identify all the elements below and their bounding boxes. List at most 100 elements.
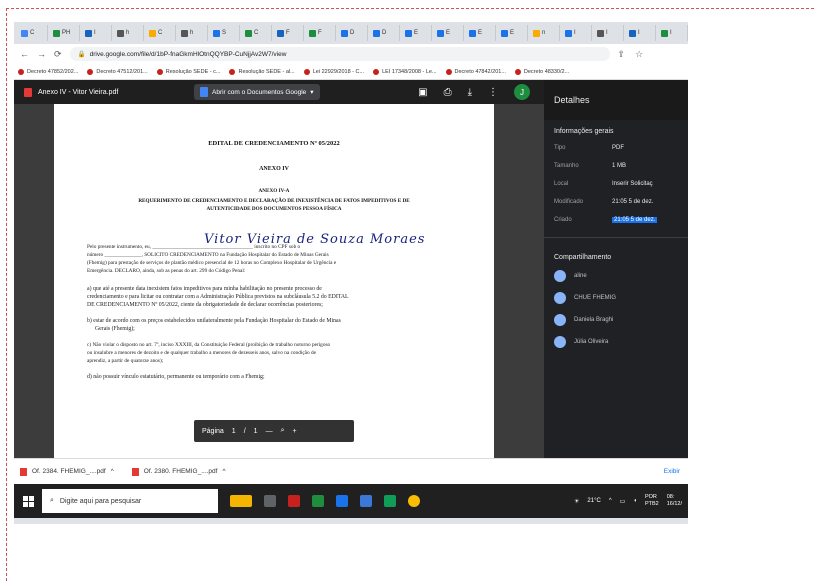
temperature[interactable]: 21°C — [587, 498, 600, 504]
doc-icon — [629, 29, 636, 37]
excel-icon[interactable] — [312, 495, 324, 507]
browser-tab[interactable]: h — [178, 25, 208, 41]
print-icon[interactable]: ⎙ — [444, 87, 452, 98]
bookmark-item[interactable]: LEI 17348/2008 - Le... — [373, 68, 437, 75]
teams-icon[interactable] — [384, 495, 396, 507]
browser-tab[interactable]: F — [274, 25, 304, 41]
bookmark-item[interactable]: Decreto 47512/201... — [87, 68, 148, 75]
browser-tab[interactable]: h — [114, 25, 144, 41]
shared-person[interactable]: CHUE FHEMIG — [544, 287, 688, 309]
browser-tab[interactable]: I — [562, 25, 592, 41]
download-item[interactable]: Of. 2380. FHEMIG_....pdf ^ — [131, 467, 226, 476]
share-icon[interactable]: ⇪ — [618, 49, 626, 60]
acrobat-icon[interactable] — [288, 495, 300, 507]
bookmark-item[interactable]: Lei 22929/2018 - C... — [303, 68, 364, 75]
file-explorer-icon[interactable] — [360, 495, 372, 507]
doc-icon — [501, 29, 508, 37]
back-icon[interactable]: ← — [20, 49, 29, 59]
chevron-up-icon[interactable]: ^ — [111, 468, 114, 475]
network-icon[interactable]: ▭ — [620, 498, 626, 505]
person-name: Júlia Oliveira — [574, 339, 609, 345]
browser-tab[interactable]: E — [434, 25, 464, 41]
windows-start-icon[interactable] — [14, 495, 42, 507]
browser-tab[interactable]: E — [498, 25, 528, 41]
browser-tab[interactable]: F — [306, 25, 336, 41]
person-avatar-icon — [554, 270, 566, 282]
browser-tab[interactable]: I — [626, 25, 656, 41]
details-panel: Detalhes Informações gerais Tipo PDF Taman… — [544, 80, 688, 458]
zoom-search-icon[interactable]: ⌕ — [281, 427, 285, 435]
bookmark-item[interactable]: Decreto 47842/201... — [445, 68, 506, 75]
bookmark-item[interactable]: Resolução SEDE - c... — [156, 68, 220, 75]
lang-line-2: PTB2 — [644, 501, 659, 507]
bookmark-item[interactable]: Decreto 48330/2... — [514, 68, 569, 75]
zoom-in-button[interactable]: + — [292, 428, 296, 435]
download-items: Of. 2384. FHEMIG_....pdf ^ Of. 2380. FHEMI… — [20, 467, 226, 476]
detail-key: Modificado — [554, 199, 584, 205]
tab-label: E — [414, 30, 419, 36]
heading-line-2: AUTENTICIDADE DOS DOCUMENTOS PESSOA FÍSI… — [206, 206, 342, 212]
browser-tab[interactable]: n — [530, 25, 560, 41]
bookmark-star-icon[interactable]: ☆ — [635, 49, 643, 60]
language-indicator[interactable]: POR PTB2 — [645, 494, 659, 508]
tab-label: D — [350, 30, 355, 36]
taskbar-search-input[interactable]: ⌕ Digite aqui para pesquisar — [42, 489, 218, 513]
doc-icon — [597, 29, 604, 37]
browser-tab[interactable]: E — [402, 25, 432, 41]
open-with-docs-button[interactable]: Abrir com o Documentos Google ▾ — [194, 84, 320, 100]
address-input[interactable]: 🔒 drive.google.com/file/d/1bP-fnaGkmHlOt… — [69, 47, 610, 61]
browser-tab[interactable]: D — [370, 25, 400, 41]
reload-icon[interactable]: ⟳ — [54, 49, 62, 60]
page-navigation-control: Página 1 / 1 — ⌕ + — [194, 420, 354, 442]
shared-person[interactable]: aline — [544, 265, 688, 287]
zoom-out-button[interactable]: — — [266, 428, 273, 435]
bookmark-favicon-icon — [445, 68, 452, 75]
browser-tab[interactable]: C — [146, 25, 176, 41]
browser-tab[interactable]: C — [242, 25, 272, 41]
bookmark-item[interactable]: Resolução SEDE - al... — [229, 68, 295, 75]
pdf-file-icon — [20, 467, 27, 476]
doc-icon — [661, 29, 668, 37]
account-avatar[interactable]: J — [514, 84, 530, 100]
bookmark-item[interactable]: Decreto 47852/202... — [18, 68, 78, 75]
show-all-downloads-button[interactable]: Exibir — [664, 468, 680, 475]
browser-tab[interactable]: I — [594, 25, 624, 41]
bookmark-favicon-icon — [303, 68, 310, 75]
shared-person[interactable]: Júlia Oliveira — [544, 331, 688, 353]
download-item[interactable]: Of. 2384. FHEMIG_....pdf ^ — [20, 467, 114, 476]
page-current[interactable]: 1 — [232, 428, 236, 435]
system-tray: ☀ 21°C ^ ▭ ◖ POR PTB2 08: 16/12/ — [574, 494, 688, 508]
tab-label: n — [542, 30, 546, 36]
tray-up-arrow-icon[interactable]: ^ — [609, 498, 612, 504]
download-icon[interactable]: ⤓ — [468, 87, 472, 98]
item-a-line-3: DE CREDENCIAMENTO Nº 05/2022, ciente da … — [87, 302, 323, 308]
browser-tab[interactable]: E — [466, 25, 496, 41]
clock[interactable]: 08: 16/12/ — [667, 494, 682, 508]
detail-key: Tipo — [554, 145, 566, 151]
browser-tab[interactable]: D — [338, 25, 368, 41]
detail-row: Tipo PDF — [544, 139, 688, 157]
browser-tab[interactable]: S — [210, 25, 240, 41]
task-view-icon[interactable] — [264, 495, 276, 507]
page-label: Página — [202, 427, 224, 435]
chevron-up-icon[interactable]: ^ — [222, 468, 225, 475]
viewer-toolbar: Anexo IV - Vitor Vieira.pdf Abrir com o … — [14, 80, 544, 104]
comment-icon[interactable]: ▣ — [418, 87, 427, 98]
details-title: Detalhes — [544, 80, 688, 120]
item-c-line-1: c) Não violar o disposto no art. 7º, inc… — [87, 342, 331, 348]
volume-icon[interactable]: ◖ — [633, 498, 637, 504]
browser-tab[interactable]: PH — [50, 25, 80, 41]
word-icon[interactable] — [336, 495, 348, 507]
forward-icon[interactable]: → — [37, 49, 46, 59]
tab-label: D — [382, 30, 387, 36]
weather-landscape-icon[interactable] — [230, 495, 252, 507]
browser-tab[interactable]: I — [82, 25, 112, 41]
more-options-icon[interactable]: ⋮ — [488, 87, 498, 98]
tab-label: C — [254, 30, 259, 36]
browser-tab[interactable]: I — [658, 25, 688, 41]
browser-tab[interactable]: C — [18, 25, 48, 41]
chrome-icon[interactable] — [408, 495, 420, 507]
bookmark-favicon-icon — [514, 68, 521, 75]
annex-a-title: ANEXO IV-A — [258, 188, 290, 194]
shared-person[interactable]: Daniela Braghi — [544, 309, 688, 331]
